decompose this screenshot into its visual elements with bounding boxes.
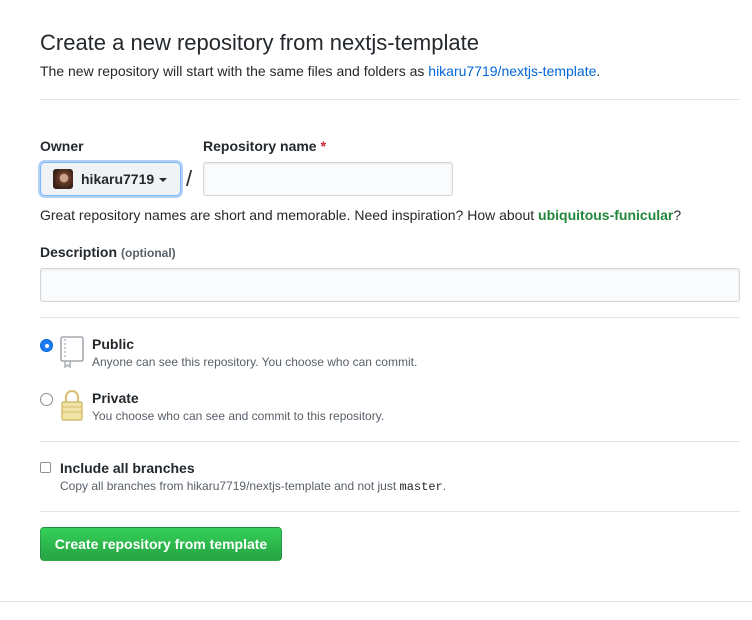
- create-repository-button[interactable]: Create repository from template: [40, 527, 282, 561]
- owner-name: hikaru7719: [81, 171, 155, 187]
- branches-divider: [40, 511, 740, 512]
- repo-name-label-text: Repository name: [203, 138, 317, 154]
- footer-divider: [0, 601, 752, 602]
- visibility-divider: [40, 441, 740, 442]
- include-branches-description: Copy all branches from hikaru7719/nextjs…: [60, 479, 446, 494]
- include-branches-description-text: Copy all branches from hikaru7719/nextjs…: [60, 479, 400, 493]
- subtitle-suffix: .: [596, 63, 601, 79]
- repository-name-input[interactable]: [203, 162, 453, 196]
- hint-text: Great repository names are short and mem…: [40, 207, 539, 223]
- description-label: Description (optional): [40, 244, 176, 260]
- template-link[interactable]: hikaru7719/nextjs-template: [428, 63, 596, 79]
- public-option-title: Public: [92, 336, 135, 352]
- page-subtitle: The new repository will start with the s…: [40, 63, 600, 79]
- required-indicator: *: [320, 138, 327, 154]
- private-radio[interactable]: [40, 393, 53, 406]
- hint-suffix: ?: [673, 207, 682, 223]
- private-option-title: Private: [92, 390, 139, 406]
- owner-repo-separator: /: [186, 166, 193, 191]
- include-branches-label[interactable]: Include all branches: [60, 460, 195, 476]
- page-title: Create a new repository from nextjs-temp…: [40, 30, 479, 55]
- repo-name-hint: Great repository names are short and mem…: [40, 207, 681, 223]
- public-option-description: Anyone can see this repository. You choo…: [92, 355, 418, 369]
- private-option-description: You choose who can see and commit to thi…: [92, 409, 385, 423]
- repo-name-label: Repository name *: [203, 138, 326, 154]
- default-branch-name: master: [399, 480, 443, 494]
- description-divider: [40, 317, 740, 318]
- optional-note: (optional): [121, 246, 176, 260]
- include-branches-checkbox[interactable]: [40, 462, 51, 473]
- public-radio[interactable]: [40, 339, 53, 352]
- name-suggestion[interactable]: ubiquitous-funicular: [538, 207, 673, 223]
- owner-select[interactable]: hikaru7719: [40, 162, 181, 196]
- lock-icon: [60, 389, 84, 424]
- caret-down-icon: [159, 178, 168, 182]
- header-divider: [40, 99, 740, 100]
- include-branches-description-suffix: .: [442, 479, 447, 493]
- owner-label: Owner: [40, 138, 84, 154]
- user-avatar: [53, 169, 73, 189]
- description-label-text: Description: [40, 244, 118, 260]
- subtitle-text: The new repository will start with the s…: [40, 63, 429, 79]
- description-input[interactable]: [40, 268, 740, 302]
- repo-book-icon: [60, 336, 84, 371]
